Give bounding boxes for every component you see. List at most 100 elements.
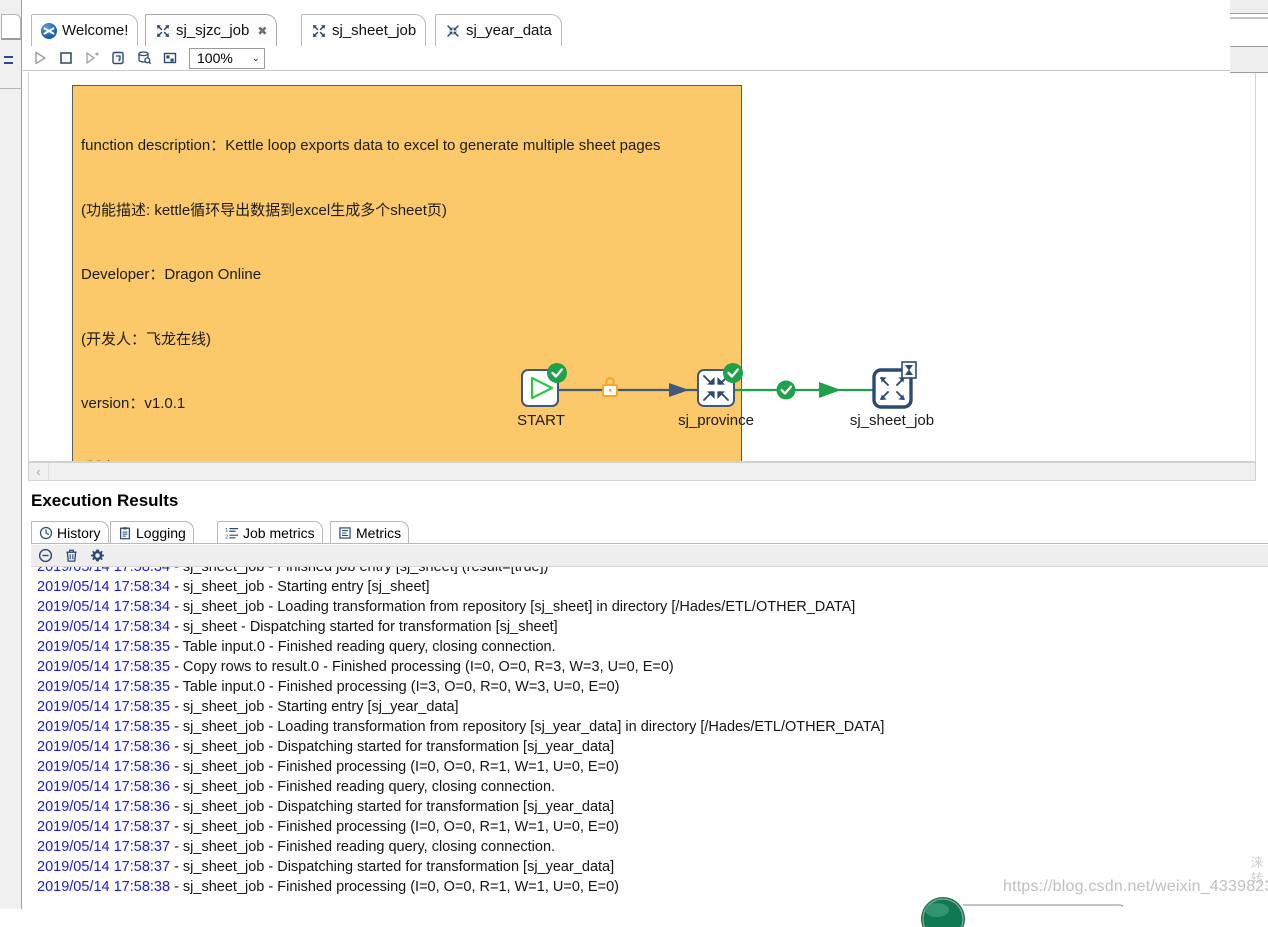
log-message: - sj_sheet_job - Finished reading query,… <box>170 839 556 855</box>
log-message: - sj_sheet - Dispatching started for tra… <box>170 619 558 635</box>
log-timestamp: 2019/05/14 17:58:37 <box>37 859 171 875</box>
log-message: - Copy rows to result.0 - Finished proce… <box>170 659 674 675</box>
log-message: - sj_sheet_job - Dispatching started for… <box>170 859 615 875</box>
log-line: 2019/05/14 17:58:35 - Table input.0 - Fi… <box>31 637 1268 657</box>
execution-results-tab-strip: History Logging 1 2 Job metrics Metrics <box>31 521 1268 544</box>
chevron-down-icon: ⌄ <box>251 52 260 64</box>
tab-label: History <box>57 524 101 541</box>
tab-history[interactable]: History <box>31 521 109 543</box>
collapsed-side-panel[interactable] <box>0 0 22 909</box>
log-message: - sj_sheet_job - Finished reading query,… <box>170 779 556 795</box>
tab-label: sj_sheet_job <box>332 22 417 39</box>
play-next-icon <box>86 52 100 64</box>
flow-node-sj-province[interactable] <box>697 363 743 407</box>
tab-close-icon[interactable]: ✖ <box>257 24 267 38</box>
tab-label: Welcome! <box>62 22 129 39</box>
log-line: 2019/05/14 17:58:34 - sj_sheet_job - Fin… <box>31 567 1268 577</box>
log-output[interactable]: 2019/05/14 17:58:34 - sj_sheet_job - Fin… <box>31 567 1268 909</box>
svg-text:1: 1 <box>225 527 228 533</box>
flow-node-label-start: START <box>517 412 565 429</box>
log-line: 2019/05/14 17:58:35 - sj_sheet_job - Sta… <box>31 697 1268 717</box>
editor-toolbar: 100% ⌄ <box>23 46 1268 71</box>
tab-label: sj_sjzc_job <box>176 22 250 39</box>
kettle-logo <box>921 897 1123 927</box>
log-timestamp: 2019/05/14 17:58:36 <box>37 779 171 795</box>
execution-results-title: Execution Results <box>31 491 179 510</box>
hourglass-icon <box>901 361 917 379</box>
flow-node-label-sj-sheet-job: sj_sheet_job <box>849 412 935 429</box>
right-edge-divider <box>1230 17 1268 19</box>
log-message: - sj_sheet_job - Dispatching started for… <box>170 799 615 815</box>
job-icon <box>157 24 169 37</box>
hop-sj-province-to-sj-sheet-job[interactable] <box>735 380 875 400</box>
job-canvas[interactable]: function description：Kettle loop exports… <box>28 72 1256 462</box>
log-timestamp: 2019/05/14 17:58:35 <box>37 679 171 695</box>
log-line: 2019/05/14 17:58:36 - sj_sheet_job - Fin… <box>31 777 1268 797</box>
log-timestamp: 2019/05/14 17:58:37 <box>37 819 171 835</box>
log-timestamp: 2019/05/14 17:58:36 <box>37 759 171 775</box>
delete-log-button[interactable] <box>63 547 80 564</box>
log-timestamp: 2019/05/14 17:58:37 <box>37 839 171 855</box>
right-edge-strip-toolbar <box>1230 46 1268 73</box>
collapsed-panel-tab[interactable] <box>1 14 21 40</box>
tab-sj-sheet-job[interactable]: sj_sheet_job <box>301 14 427 46</box>
log-line: 2019/05/14 17:58:35 - Copy rows to resul… <box>31 657 1268 677</box>
tab-job-metrics[interactable]: 1 2 Job metrics <box>217 521 323 543</box>
lock-icon <box>602 377 618 397</box>
editor-area: Welcome! sj_sjzc_job ✖ sj_sheet_job sj_y… <box>23 0 1268 927</box>
image-button[interactable] <box>157 47 183 69</box>
flow-node-start[interactable] <box>521 363 567 407</box>
clear-log-button[interactable] <box>37 547 54 564</box>
log-line: 2019/05/14 17:58:36 - sj_sheet_job - Dis… <box>31 797 1268 817</box>
tab-sj-sjzc-job[interactable]: sj_sjzc_job ✖ <box>145 14 278 46</box>
log-message: - Table input.0 - Finished reading query… <box>170 639 556 655</box>
scroll-left-icon[interactable]: ‹ <box>29 463 49 480</box>
tab-label: Job metrics <box>243 524 315 541</box>
sql-button[interactable] <box>131 47 157 69</box>
log-message: - sj_sheet_job - Finished processing (I=… <box>170 879 619 895</box>
trash-icon <box>66 549 77 562</box>
canvas-horizontal-scrollbar[interactable]: ‹ <box>28 462 1256 481</box>
zoom-select[interactable]: 100% ⌄ <box>189 47 265 69</box>
rail-divider <box>0 88 22 89</box>
execution-tabs-underline <box>31 543 1268 544</box>
run-button[interactable] <box>27 47 53 69</box>
welcome-icon <box>41 22 57 39</box>
log-timestamp: 2019/05/14 17:58:35 <box>37 719 171 735</box>
hop-start-to-sj-province[interactable] <box>559 377 697 397</box>
metrics-icon <box>339 526 351 539</box>
log-message: - sj_sheet_job - Starting entry [sj_year… <box>170 699 459 715</box>
tab-metrics[interactable]: Metrics <box>330 521 410 543</box>
log-timestamp: 2019/05/14 17:58:34 <box>37 619 171 635</box>
log-timestamp: 2019/05/14 17:58:34 <box>37 579 171 595</box>
log-timestamp: 2019/05/14 17:58:34 <box>37 567 171 575</box>
tab-strip-top-filler <box>23 0 1268 13</box>
log-line: 2019/05/14 17:58:35 - sj_sheet_job - Loa… <box>31 717 1268 737</box>
log-line: 2019/05/14 17:58:37 - sj_sheet_job - Fin… <box>31 837 1268 857</box>
log-line: 2019/05/14 17:58:36 - sj_sheet_job - Dis… <box>31 737 1268 757</box>
log-message: - sj_sheet_job - Finished processing (I=… <box>170 819 619 835</box>
log-message: - sj_sheet_job - Finished job entry [sj_… <box>170 567 549 575</box>
watermark-side-text: 涞转 <box>1250 855 1264 886</box>
log-message: - sj_sheet_job - Dispatching started for… <box>170 739 615 755</box>
list-lines-icon <box>4 56 16 70</box>
log-line: 2019/05/14 17:58:34 - sj_sheet - Dispatc… <box>31 617 1268 637</box>
tab-welcome[interactable]: Welcome! <box>31 14 139 46</box>
preview-button[interactable] <box>79 47 105 69</box>
stop-square-icon <box>60 52 72 64</box>
tab-logging[interactable]: Logging <box>110 521 194 543</box>
log-line: 2019/05/14 17:58:34 - sj_sheet_job - Loa… <box>31 597 1268 617</box>
log-line: 2019/05/14 17:58:37 - sj_sheet_job - Fin… <box>31 817 1268 837</box>
tab-sj-year-data[interactable]: sj_year_data <box>435 14 562 46</box>
clock-icon <box>39 526 53 539</box>
right-edge-strip-top <box>1230 0 1268 14</box>
log-toolbar <box>31 545 1268 567</box>
image-icon <box>163 52 177 64</box>
log-settings-button[interactable] <box>89 547 106 564</box>
log-message: - sj_sheet_job - Loading transformation … <box>170 599 856 615</box>
flow-node-sj-sheet-job[interactable] <box>872 361 917 409</box>
stop-button[interactable] <box>53 47 79 69</box>
debug-button[interactable] <box>105 47 131 69</box>
script-icon <box>112 51 124 65</box>
flow-node-label-sj-province: sj_province <box>678 412 754 429</box>
